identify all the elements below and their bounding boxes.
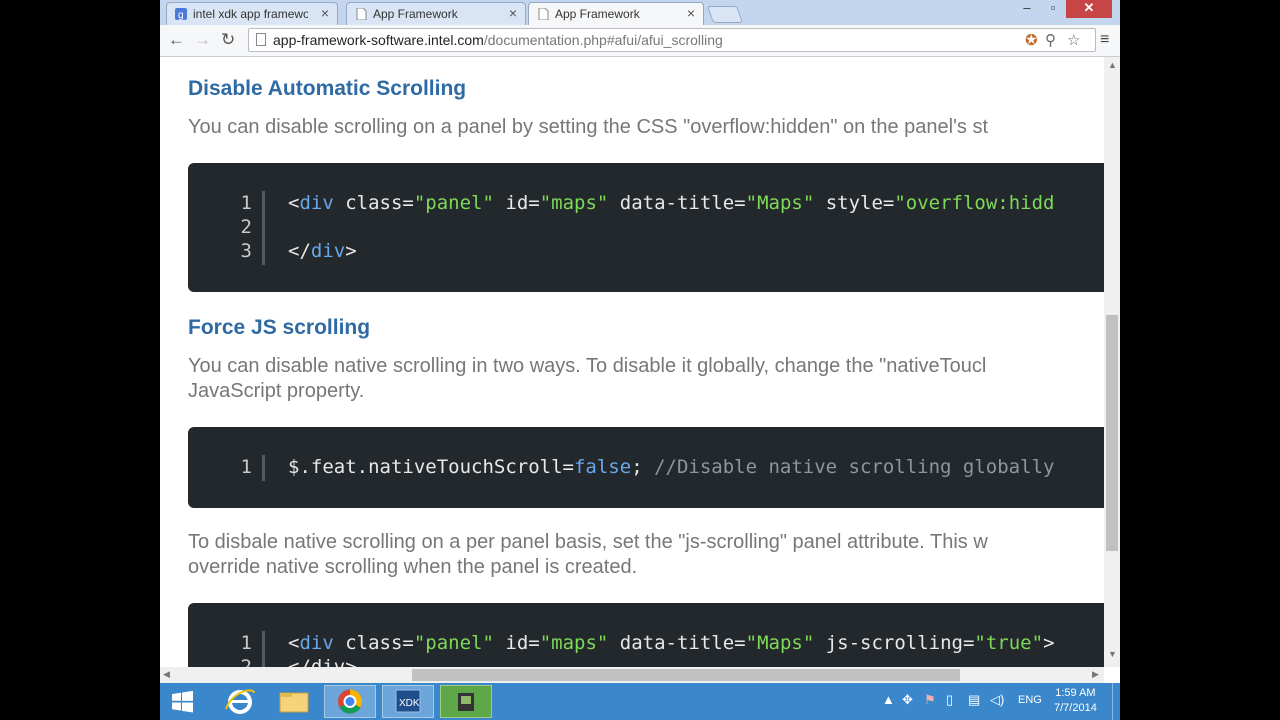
show-desktop-button[interactable] (1112, 683, 1120, 720)
svg-text:g: g (178, 10, 184, 20)
power-icon[interactable]: ▯ (946, 692, 953, 708)
code-text: $.feat.nativeTouchScroll=false; //Disabl… (288, 456, 1055, 478)
tab-title: App Framework (373, 7, 458, 21)
tab-app-framework[interactable]: App Framework × (346, 2, 526, 25)
taskbar: XDK ▲ ✥ ⚑ ▯ ▤ ◁) ENG 1:59 AM 7/7/2014 (160, 683, 1120, 720)
windows-start-icon[interactable] (160, 685, 206, 718)
menu-icon[interactable]: ≡ (1100, 31, 1109, 49)
maximize-button[interactable]: ▫ (1040, 0, 1066, 18)
dropbox-icon[interactable]: ✥ (902, 692, 913, 708)
paragraph: You can disable scrolling on a panel by … (188, 116, 989, 138)
app-icon (458, 693, 474, 711)
code-block: 1 <div class="panel" id="maps" data-titl… (188, 603, 1104, 667)
code-text: </div> (288, 240, 357, 262)
action-center-icon[interactable]: ⚑ (924, 692, 936, 708)
xdk-icon: XDK (395, 689, 421, 713)
extension-icon[interactable]: ✪ (1025, 31, 1038, 49)
back-arrow-icon[interactable]: ← (168, 30, 185, 50)
internet-explorer-icon[interactable] (214, 685, 266, 718)
url-path: /documentation.php#afui/afui_scrolling (483, 32, 723, 48)
page-icon (356, 8, 367, 20)
section-heading: Force JS scrolling (188, 316, 371, 339)
page-icon (256, 33, 266, 46)
close-icon[interactable]: × (509, 5, 517, 21)
horizontal-scrollbar[interactable]: ◀ ▶ (160, 667, 1104, 683)
section-heading: Disable Automatic Scrolling (188, 77, 467, 100)
tab-strip: g intel xdk app framework - × App Framew… (160, 0, 1120, 25)
line-number: 1 (240, 456, 252, 478)
paragraph: To disbale native scrolling on a per pan… (188, 531, 988, 553)
paragraph: override native scrolling when the panel… (188, 556, 638, 578)
scroll-down-icon[interactable]: ▼ (1108, 649, 1117, 659)
clock[interactable]: 1:59 AM 7/7/2014 (1054, 686, 1097, 716)
tab-search[interactable]: g intel xdk app framework - × (166, 2, 338, 25)
chrome-taskbar-button[interactable] (324, 685, 376, 718)
code-block: 1 <div class="panel" id="maps" data-titl… (188, 163, 1104, 292)
google-icon: g (175, 8, 187, 20)
paragraph: You can disable native scrolling in two … (188, 355, 987, 377)
tab-app-framework-active[interactable]: App Framework × (528, 2, 704, 25)
code-block: 1 $.feat.nativeTouchScroll=false; //Disa… (188, 427, 1104, 508)
scroll-up-icon[interactable]: ▲ (1108, 60, 1117, 70)
address-bar[interactable]: app-framework-software.intel.com/documen… (248, 28, 1096, 52)
file-explorer-icon[interactable] (268, 685, 320, 718)
paragraph: JavaScript property. (188, 380, 365, 402)
clock-date: 7/7/2014 (1054, 702, 1097, 714)
tab-title: App Framework (555, 7, 640, 21)
forward-arrow-icon[interactable]: → (194, 30, 211, 50)
vertical-scrollbar[interactable]: ▲ ▼ (1104, 57, 1120, 667)
close-icon[interactable]: × (687, 5, 695, 21)
volume-icon[interactable]: ◁) (990, 692, 1004, 708)
svg-text:XDK: XDK (399, 698, 420, 709)
zoom-icon[interactable]: ⚲ (1045, 31, 1056, 49)
scroll-thumb[interactable] (412, 669, 960, 681)
gutter-divider (262, 455, 265, 481)
browser-toolbar: ← → ↻ app-framework-software.intel.com/d… (160, 25, 1120, 57)
gutter-divider (262, 631, 265, 667)
scroll-thumb[interactable] (1106, 315, 1118, 551)
tab-title: intel xdk app framework - (193, 7, 308, 21)
url-text[interactable]: app-framework-software.intel.com/documen… (273, 32, 723, 48)
new-tab-button[interactable] (706, 6, 744, 23)
code-text: <div class="panel" id="maps" data-title=… (288, 632, 1055, 654)
window-close-button[interactable]: ✕ (1066, 0, 1112, 18)
xdk-taskbar-button[interactable]: XDK (382, 685, 434, 718)
scroll-right-icon[interactable]: ▶ (1092, 669, 1099, 680)
line-number: 1 (240, 192, 252, 214)
scroll-left-icon[interactable]: ◀ (163, 669, 170, 680)
reload-icon[interactable]: ↻ (221, 30, 235, 50)
page-icon (538, 8, 549, 20)
chrome-icon (338, 689, 363, 714)
star-icon[interactable]: ☆ (1067, 31, 1080, 49)
close-icon[interactable]: × (321, 5, 329, 21)
page-content: Disable Automatic Scrolling You can disa… (160, 57, 1104, 667)
code-text: </div> (288, 656, 357, 667)
line-number: 2 (240, 216, 252, 238)
network-icon[interactable]: ▤ (968, 692, 980, 708)
url-host: app-framework-software.intel.com (273, 32, 484, 48)
minimize-button[interactable]: – (1014, 0, 1040, 18)
gutter-divider (262, 191, 265, 265)
language-indicator[interactable]: ENG (1018, 694, 1042, 706)
clock-time: 1:59 AM (1055, 687, 1096, 699)
browser-window: g intel xdk app framework - × App Framew… (160, 0, 1120, 720)
line-number: 1 (240, 632, 252, 654)
line-number: 2 (240, 656, 252, 667)
code-text: <div class="panel" id="maps" data-title=… (288, 192, 1055, 214)
line-number: 3 (240, 240, 252, 262)
app-taskbar-button[interactable] (440, 685, 492, 718)
chevron-up-icon[interactable]: ▲ (882, 692, 895, 707)
